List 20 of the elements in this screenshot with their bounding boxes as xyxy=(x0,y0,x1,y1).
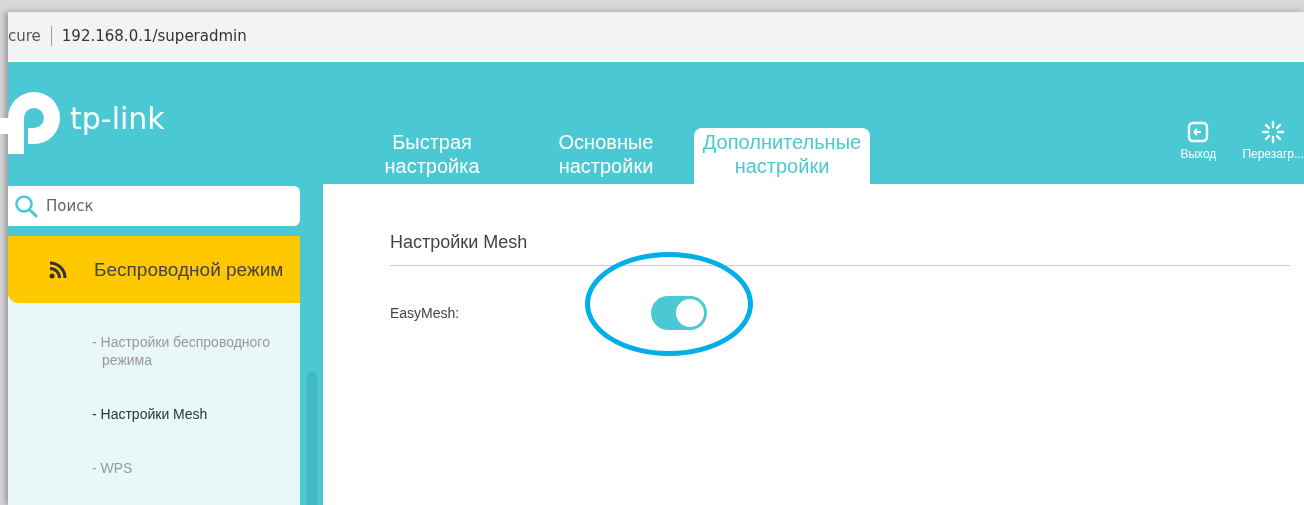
wifi-icon xyxy=(48,259,68,280)
reboot-button[interactable]: Перезагр... xyxy=(1242,120,1304,161)
submenu-item[interactable]: - WPS xyxy=(92,459,296,477)
menu-section[interactable]: Беспроводной режим xyxy=(8,236,300,303)
nav-tab[interactable]: Дополнительные настройки xyxy=(694,128,870,184)
section-title: Настройки Mesh xyxy=(390,232,1290,266)
nav-tab[interactable]: Быстрая настройка xyxy=(346,128,518,184)
logo-text: tp-link xyxy=(70,100,165,136)
url-text: 192.168.0.1/superadmin xyxy=(61,27,247,45)
logout-button[interactable]: Выход xyxy=(1180,120,1217,161)
search-field[interactable]: Поиск xyxy=(8,186,300,226)
submenu-item[interactable]: - Настройки Mesh xyxy=(92,405,296,423)
spinner-icon xyxy=(1261,120,1286,144)
scheme-text: cure xyxy=(8,27,41,45)
logout-icon xyxy=(1187,121,1210,143)
field-label: EasyMesh: xyxy=(390,305,461,321)
address-bar[interactable]: cure 192.168.0.1/superadmin xyxy=(8,26,247,46)
submenu-item[interactable]: - Настройки беспроводного режима xyxy=(92,333,296,369)
nav-tab[interactable]: Основные настройки xyxy=(520,128,692,184)
toggle-switch[interactable] xyxy=(651,296,707,330)
